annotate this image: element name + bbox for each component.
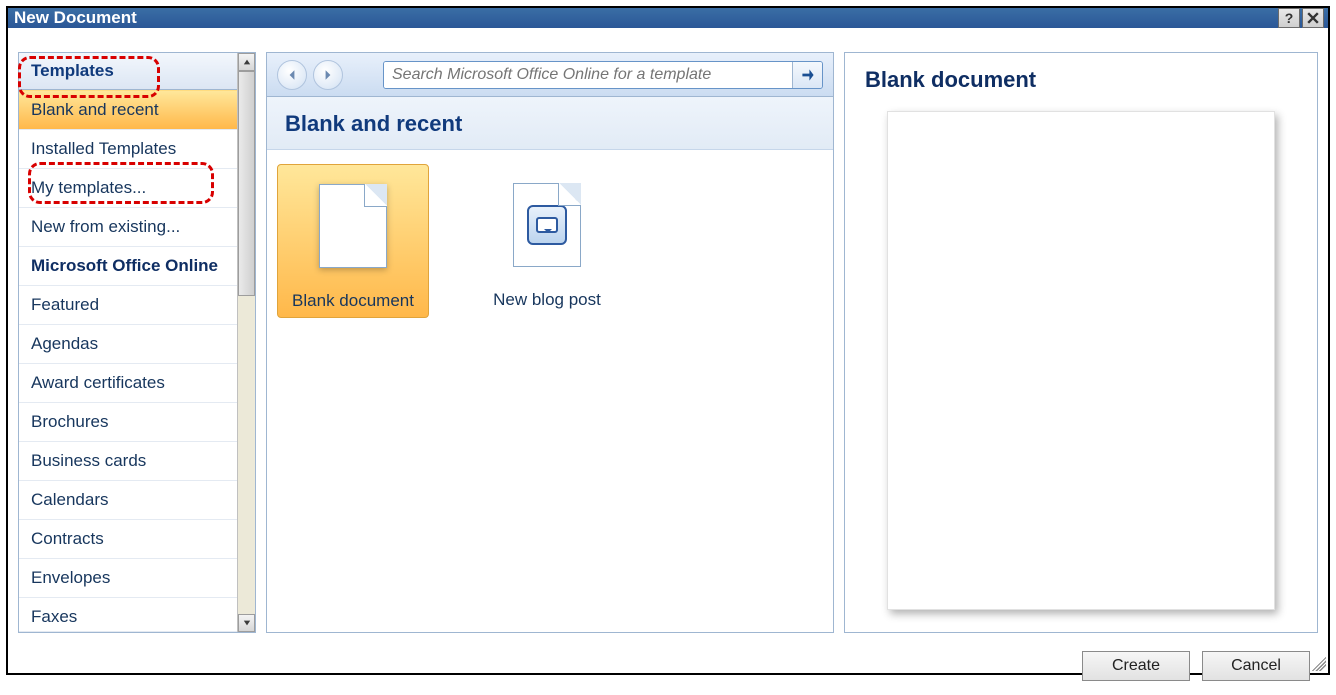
scroll-track[interactable] — [238, 71, 255, 614]
nav-forward-button[interactable] — [313, 60, 343, 90]
cancel-button[interactable]: Cancel — [1202, 651, 1310, 681]
tile-label: New blog post — [493, 290, 601, 310]
sidebar-item[interactable]: Faxes — [19, 598, 237, 632]
scroll-up-button[interactable] — [238, 53, 255, 71]
blog-post-icon — [499, 170, 595, 280]
document-icon — [305, 171, 401, 281]
preview-title: Blank document — [865, 67, 1297, 93]
sidebar-scrollbar[interactable] — [237, 53, 255, 632]
scroll-down-button[interactable] — [238, 614, 255, 632]
preview-thumbnail — [887, 111, 1275, 610]
tiles-area: Blank document New blog post — [267, 150, 833, 632]
tile-label: Blank document — [292, 291, 414, 311]
close-button[interactable] — [1302, 8, 1324, 28]
template-tile[interactable]: New blog post — [471, 164, 623, 316]
titlebar: New Document — [8, 8, 1328, 28]
sidebar-item[interactable]: Installed Templates — [19, 130, 237, 169]
sidebar: Templates Blank and recentInstalled Temp… — [18, 52, 256, 633]
sidebar-item[interactable]: Contracts — [19, 520, 237, 559]
search-input[interactable] — [384, 62, 792, 88]
sidebar-item[interactable]: Brochures — [19, 403, 237, 442]
new-document-dialog: New Document Templates Blank and recentI… — [6, 6, 1330, 675]
sidebar-item[interactable]: Business cards — [19, 442, 237, 481]
sidebar-item[interactable]: New from existing... — [19, 208, 237, 247]
scroll-thumb[interactable] — [238, 71, 255, 296]
templates-list: Templates Blank and recentInstalled Temp… — [19, 53, 237, 632]
template-tile[interactable]: Blank document — [277, 164, 429, 318]
sidebar-item[interactable]: Award certificates — [19, 364, 237, 403]
sidebar-item[interactable]: Calendars — [19, 481, 237, 520]
sidebar-item[interactable]: Featured — [19, 286, 237, 325]
close-icon — [1307, 12, 1319, 24]
section-title: Blank and recent — [267, 97, 833, 150]
arrow-right-icon — [801, 68, 815, 82]
sidebar-item[interactable]: Microsoft Office Online — [19, 247, 237, 286]
sidebar-item[interactable]: Blank and recent — [19, 90, 237, 130]
nav-back-button[interactable] — [277, 60, 307, 90]
arrow-right-icon — [322, 69, 334, 81]
sidebar-header: Templates — [19, 53, 237, 90]
dialog-footer: Create Cancel — [8, 641, 1328, 695]
toolbar — [267, 53, 833, 97]
sidebar-item[interactable]: Envelopes — [19, 559, 237, 598]
create-button[interactable]: Create — [1082, 651, 1190, 681]
main-panel: Blank and recent Blank document New blog … — [266, 52, 834, 633]
search-go-button[interactable] — [792, 62, 822, 88]
help-button[interactable] — [1278, 8, 1300, 28]
sidebar-item[interactable]: Agendas — [19, 325, 237, 364]
arrow-left-icon — [286, 69, 298, 81]
window-title: New Document — [12, 8, 1278, 28]
resize-grip[interactable] — [1308, 653, 1326, 671]
sidebar-item[interactable]: My templates... — [19, 169, 237, 208]
preview-panel: Blank document — [844, 52, 1318, 633]
